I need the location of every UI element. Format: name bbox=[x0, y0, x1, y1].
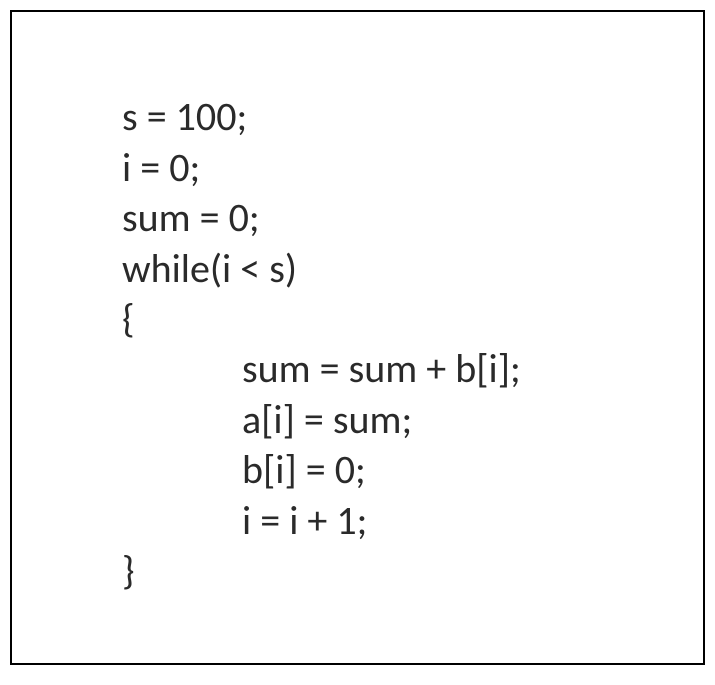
code-container: s = 100; i = 0; sum = 0; while(i < s) { … bbox=[10, 10, 705, 665]
code-line: b[i] = 0; bbox=[122, 445, 366, 494]
code-line: s = 100; bbox=[122, 92, 247, 141]
code-line: while(i < s) bbox=[122, 244, 297, 293]
code-line: { bbox=[122, 294, 135, 343]
code-line: } bbox=[122, 546, 135, 595]
code-block: s = 100; i = 0; sum = 0; while(i < s) { … bbox=[122, 42, 663, 647]
code-line: a[i] = sum; bbox=[122, 395, 412, 444]
code-line: i = 0; bbox=[122, 143, 200, 192]
code-line: i = i + 1; bbox=[122, 496, 367, 545]
code-line: sum = 0; bbox=[122, 193, 260, 242]
code-line: sum = sum + b[i]; bbox=[122, 344, 521, 393]
